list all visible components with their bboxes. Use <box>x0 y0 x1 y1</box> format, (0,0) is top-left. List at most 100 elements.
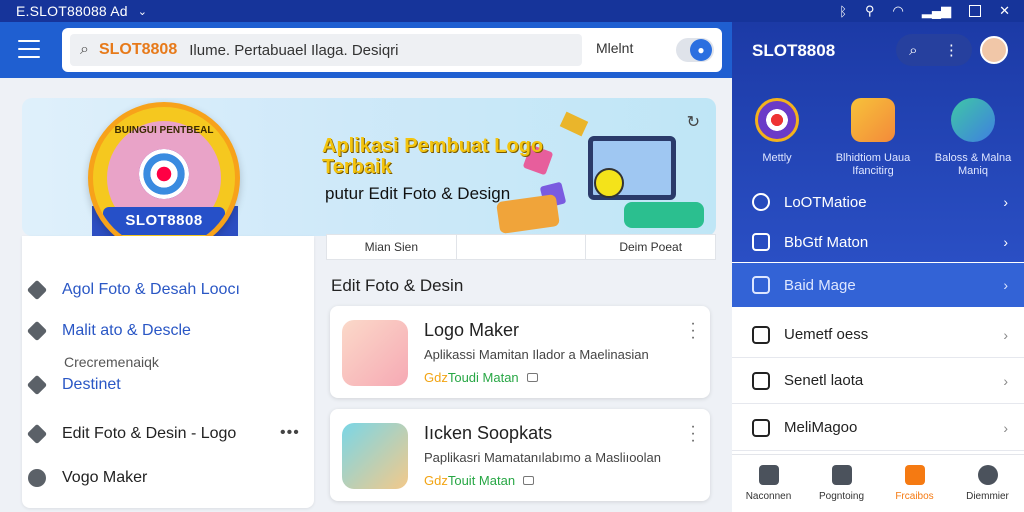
chevron-right-icon: › <box>1003 194 1008 210</box>
drawer-row-label: Uemetf oess <box>784 326 869 343</box>
folder-icon <box>752 418 770 437</box>
app-meta: Gdz Touit Matan <box>424 473 535 488</box>
chevron-down-icon[interactable]: ⌄ <box>138 5 147 18</box>
app-meta: Gdz Toudi Matan <box>424 370 538 385</box>
drawer-app-label: Baloss & Malna Maniq <box>934 152 1012 177</box>
bars-icon: ▂▄▆ <box>921 3 952 18</box>
window-icon <box>831 465 852 485</box>
more-vert-icon[interactable]: ⋮ <box>944 41 959 59</box>
wifi-icon: ◠ <box>892 3 904 18</box>
status-title: E.SLOT88088 Ad <box>16 3 128 19</box>
cube-icon <box>26 320 48 342</box>
chevron-right-icon: › <box>1003 277 1008 293</box>
smiley-illustration <box>594 168 624 198</box>
bottom-nav: Naconnen Pogntoing Frcaibos Diemmier <box>732 454 1024 512</box>
side-menu-card <box>22 236 314 508</box>
cube-icon <box>26 423 48 445</box>
tab-main[interactable]: Mian Sien <box>327 235 457 259</box>
home-icon <box>758 465 779 485</box>
close-icon[interactable]: ✕ <box>999 3 1010 19</box>
cube-icon <box>26 374 48 396</box>
nav-item-home[interactable]: Naconnen <box>732 455 805 512</box>
bookmark-icon <box>904 465 925 485</box>
drawer-row-bbgtf-maton[interactable]: BbGtf Maton › <box>732 222 1024 262</box>
drawer-actions: ⌕ ⋮ <box>896 34 972 66</box>
app-name: Iıcken Soopkats <box>424 423 553 443</box>
section-title: Edit Foto & Desin <box>331 276 464 295</box>
menu-item-label: Vogo Maker <box>62 469 148 486</box>
tag-icon <box>523 476 535 485</box>
clock-icon <box>752 193 770 211</box>
nav-label: Diemmier <box>966 491 1009 502</box>
navigation-drawer: SLOT8808 ⌕ ⋮ Mettly Blhidtiom Uaua Ifanc… <box>732 22 1024 512</box>
nav-item-active[interactable]: Frcaibos <box>878 455 951 512</box>
nav-item-profile[interactable]: Diemmier <box>951 455 1024 512</box>
status-bar: E.SLOT88088 Ad ⌄ ᛒ ⚲ ◠ ▂▄▆ ✕ <box>0 0 1024 22</box>
menu-icon[interactable] <box>18 40 40 58</box>
badge-ribbon: SLOT8808 <box>103 207 225 235</box>
app-description: Aplikassi Mamitan Ilador a Maelinasian <box>424 347 649 362</box>
character-icon <box>851 98 895 142</box>
search-icon[interactable]: ⌕ <box>909 42 917 59</box>
menu-sub-label: Crecremenaiqk <box>64 354 159 370</box>
signal-icon: ⚲ <box>865 3 875 18</box>
chevron-right-icon: › <box>1003 419 1008 436</box>
drawer-title: SLOT8808 <box>752 41 836 60</box>
refresh-icon[interactable]: ↻ <box>687 112 700 132</box>
drawer-app-label: Mettly <box>762 152 792 164</box>
drawer-app-baloss[interactable]: Baloss & Malna Maniq <box>928 98 1018 178</box>
menu-item-label: Destinet <box>62 376 121 393</box>
drawer-app-blhidtiom[interactable]: Blhidtiom Uaua Ifancitirg <box>828 98 918 178</box>
drawer-row-melimagoo[interactable]: MeliMagoo › <box>732 405 1024 451</box>
drawer-row-lootmatioe[interactable]: LoOTMatioe › <box>732 182 1024 222</box>
drawer-row-uemetf-oess[interactable]: Uemetf oess › <box>732 312 1024 358</box>
banner-subtitle: putur Edit Foto & Design <box>325 184 511 203</box>
app-card-icken-soopkats[interactable]: Iıcken Soopkats Paplikasri Mamatanılabım… <box>330 409 710 501</box>
drawer-app-mettly[interactable]: Mettly <box>732 98 822 165</box>
app-icon <box>342 423 408 489</box>
more-options-icon[interactable]: ••• <box>280 424 300 442</box>
tab-bar: Mian Sien Deim Poeat <box>326 234 716 260</box>
menu-item-label: Malit ato & Descle <box>62 322 191 339</box>
drawer-row-label: BbGtf Maton <box>784 233 869 251</box>
menu-item-destinet[interactable]: Destinet <box>26 374 121 396</box>
nav-item-projects[interactable]: Pogntoing <box>805 455 878 512</box>
drawer-row-label: LoOTMatioe <box>784 193 867 211</box>
menu-item-label: Edit Foto & Desin - Logo <box>62 425 237 442</box>
drawer-app-label: Blhidtiom Uaua Ifancitirg <box>835 152 911 177</box>
menu-item-edit-foto-logo[interactable]: Edit Foto & Desin - Logo <box>26 423 237 445</box>
square-icon[interactable] <box>969 5 982 17</box>
menu-item-malit-ato[interactable]: Malit ato & Descle <box>26 320 191 342</box>
nav-label: Frcaibos <box>895 491 934 502</box>
app-description: Paplikasri Mamatanılabımo a Masliıoolan <box>424 450 661 465</box>
search-input[interactable]: ⌕ SLOT8808 Ilume. Pertabuael Ilaga. Desi… <box>70 34 582 66</box>
drawer-row-senetl-laota[interactable]: Senetl laota › <box>732 358 1024 404</box>
search-query: Ilume. Pertabuael Ilaga. Desiqri <box>189 41 399 59</box>
drawer-row-baid-mage[interactable]: Baid Mage › <box>732 263 1024 307</box>
app-card-logo-maker[interactable]: Logo Maker Aplikassi Mamitan Ilador a Ma… <box>330 306 710 398</box>
chevron-right-icon: › <box>1003 326 1008 343</box>
search-icon: ⌕ <box>80 41 89 58</box>
avatar[interactable] <box>980 36 1008 64</box>
menu-item-label: Agol Foto & Desah Loocı <box>62 281 240 298</box>
target-icon <box>139 149 189 199</box>
voice-toggle[interactable]: ● <box>676 38 714 62</box>
nav-label: Pogntoing <box>818 491 865 502</box>
tab-deim-poeat[interactable]: Deim Poeat <box>586 235 715 259</box>
image-icon <box>752 371 770 390</box>
clock-icon <box>28 469 46 487</box>
expand-icon <box>752 233 770 251</box>
more-vert-icon[interactable]: · · · <box>690 419 696 449</box>
palette-icon <box>951 98 995 142</box>
bluetooth-icon: ᛒ <box>839 3 847 19</box>
more-vert-icon[interactable]: · · · <box>690 316 696 346</box>
menu-item-agol-foto[interactable]: Agol Foto & Desah Loocı <box>26 279 240 301</box>
status-icons: ᛒ ⚲ ◠ ▂▄▆ ✕ <box>839 0 1010 22</box>
app-icon <box>342 320 408 386</box>
search-side-label[interactable]: Mlelnt <box>596 40 633 56</box>
tab-middle[interactable] <box>457 235 587 259</box>
target-icon <box>755 98 799 142</box>
menu-item-vogo-maker[interactable]: Vogo Maker <box>28 469 147 487</box>
mic-icon: ● <box>690 39 712 61</box>
edit-icon <box>752 276 770 294</box>
